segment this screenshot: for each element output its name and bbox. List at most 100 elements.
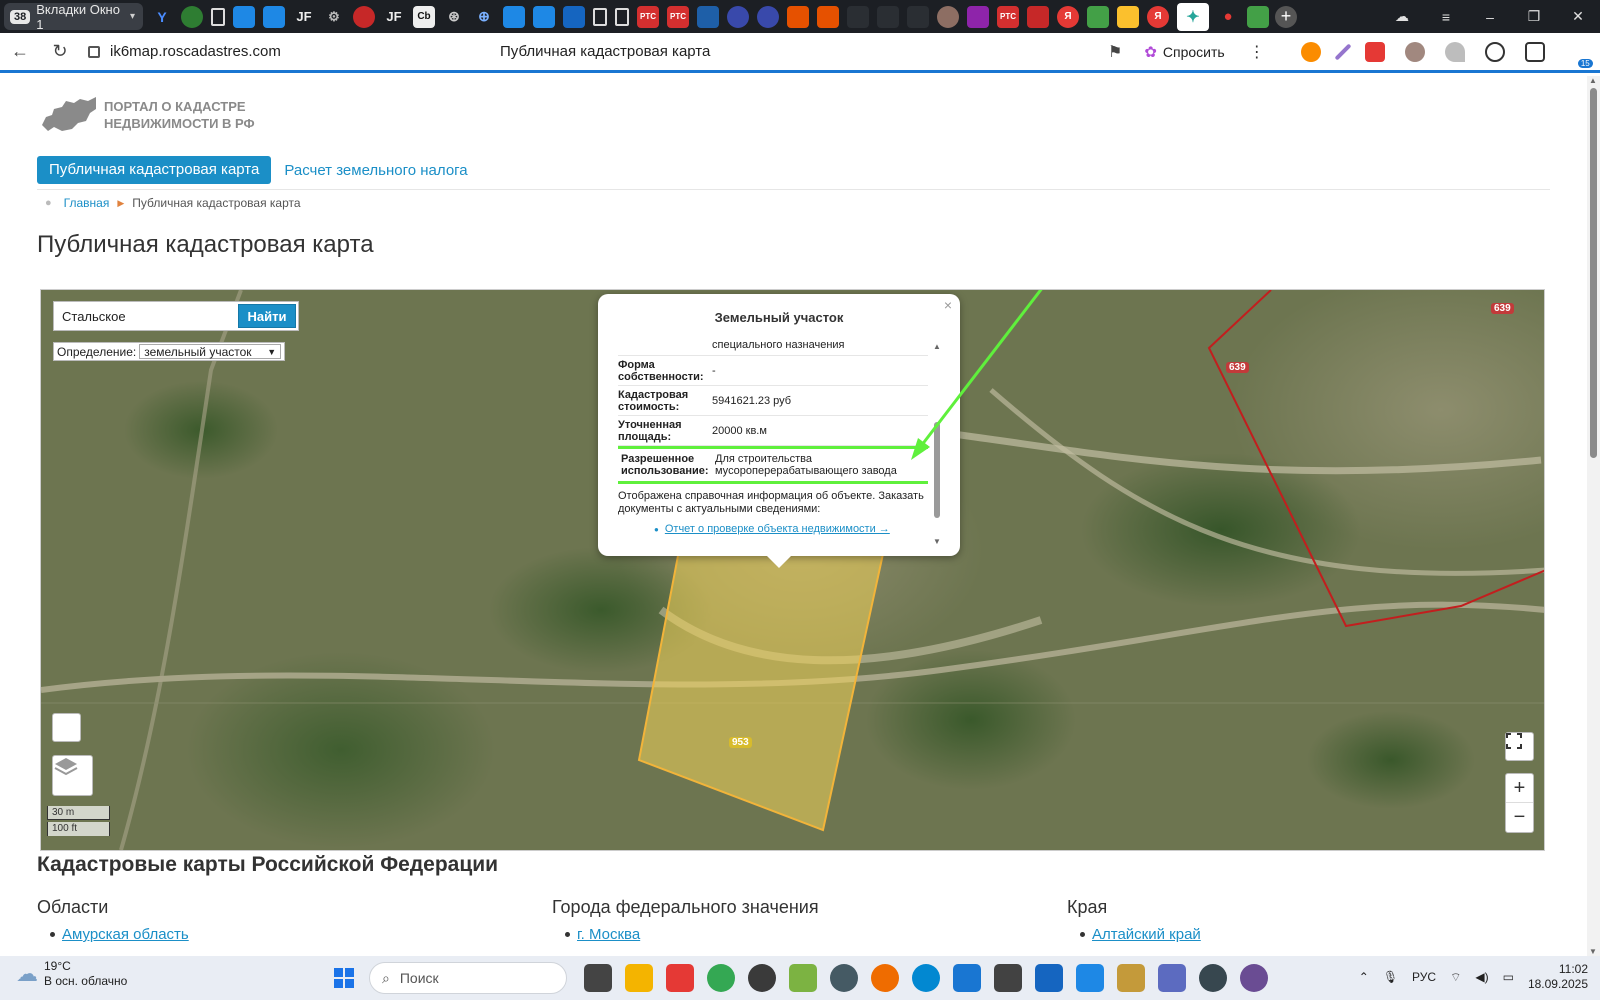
pinned-tab-rtc-2[interactable]: PTC [667,5,689,28]
more-vertical-icon[interactable]: ⋮ [1249,42,1265,62]
taskbar-search[interactable]: ⌕ Поиск [369,962,567,994]
report-link[interactable]: Отчет о проверке объекта недвижимости → [665,523,890,535]
task-view-icon[interactable] [584,964,612,992]
page-scrollbar[interactable]: ▲ ▼ [1587,76,1600,956]
region-link[interactable]: Амурская область [62,926,189,943]
back-button[interactable]: ← [0,41,40,62]
page-scroll-thumb[interactable] [1590,88,1597,458]
folder-icon[interactable] [1117,964,1145,992]
pinned-tab-rtc[interactable]: PTC [637,5,659,28]
pinned-tab-brown[interactable] [937,5,959,28]
app-c-icon[interactable] [748,964,776,992]
pinned-tab-indigo-2[interactable] [757,5,779,28]
teams-icon[interactable] [1158,964,1186,992]
selected-land-plot[interactable] [637,539,888,832]
pinned-tab-dark-2[interactable] [877,5,899,28]
soccer-icon[interactable] [1199,964,1227,992]
active-tab-roscadastres[interactable]: ✦ [1177,2,1209,31]
reload-button[interactable]: ↻ [40,41,80,62]
extension-puzzle-icon[interactable] [1524,41,1545,62]
maximize-button[interactable]: ❐ [1512,8,1556,25]
plot-number-label[interactable]: 639 [1226,362,1249,373]
wifi-icon[interactable]: ⌔ [1450,970,1461,985]
neighbor-plot-boundary[interactable] [1207,290,1545,628]
pinned-tab-red-2[interactable] [1027,5,1049,28]
pinned-tab-purple[interactable] [967,5,989,28]
region-link[interactable]: Алтайский край [1092,926,1201,943]
pinned-tab-red[interactable] [353,5,375,28]
fullscreen-button[interactable] [1505,732,1534,761]
pinned-tab-navy[interactable] [697,5,719,28]
extension-pen-icon[interactable] [1334,43,1352,60]
weather-widget[interactable]: ☁ 19°C В осн. облачно [16,959,127,989]
pinned-tab-jf[interactable]: JF [293,6,315,28]
layers-button[interactable] [52,755,93,796]
url-field[interactable]: ik6map.roscadastres.com [110,43,500,60]
pinned-tab-doc-2[interactable] [593,7,607,26]
pinned-tab-blue-5[interactable] [563,5,585,28]
pinned-tab-green-2[interactable] [1247,5,1269,28]
start-button[interactable] [334,968,354,988]
map-search-button[interactable]: Найти [238,304,296,328]
chrome-icon[interactable] [707,964,735,992]
close-window-button[interactable]: ✕ [1556,8,1600,25]
new-tab-button[interactable]: + [1275,5,1297,28]
microphone-icon[interactable]: 🎙 [1383,970,1398,984]
pinned-tab-jf-2[interactable]: JF [383,6,405,28]
plot-number-label[interactable]: 639 [1491,303,1514,314]
yandex-browser-icon[interactable] [666,964,694,992]
pinned-tab-globe[interactable]: ⊕ [473,6,495,28]
clock[interactable]: 11:02 18.09.2025 [1528,962,1588,992]
region-link[interactable]: г. Москва [577,926,640,943]
pinned-tab-blue[interactable] [233,5,255,28]
battery-icon[interactable]: ▭ [1503,970,1514,984]
pinned-tab-dark-3[interactable] [907,5,929,28]
pinned-tab-rtc-3[interactable]: PTC [997,5,1019,28]
pinned-tab-gear[interactable]: ⚙ [323,6,345,28]
cadastral-map[interactable]: 953 639 639 Найти Определение: земельный… [40,289,1545,851]
popup-scroll-thumb[interactable] [934,422,940,518]
pinned-tab-blue-3[interactable] [503,5,525,28]
downloads-icon[interactable]: 15 [1565,42,1593,68]
extension-brush-icon[interactable] [1444,41,1465,62]
pinned-tab-yellow[interactable] [1117,5,1139,28]
nav-land-tax[interactable]: Расчет земельного налога [284,162,467,179]
language-indicator[interactable]: РУС [1412,970,1436,984]
volume-icon[interactable]: ◀) [1475,970,1488,984]
breadcrumb-home[interactable]: Главная [64,196,110,210]
extension-play-icon[interactable] [1484,41,1505,62]
definition-select[interactable]: земельный участок ▼ [139,344,282,359]
pinned-tab-yandex-ya[interactable]: Я [1057,5,1079,28]
popup-scrollbar[interactable]: ▲ ▼ [932,342,942,546]
pinned-tab-green-circle[interactable] [181,5,203,28]
scroll-down-icon[interactable]: ▼ [1589,947,1597,956]
extension-youtube-icon[interactable] [1364,41,1385,62]
ask-button[interactable]: ✿ Спросить [1144,43,1224,61]
pinned-tab-yandex-ya-2[interactable]: Я [1147,5,1169,28]
pinned-tab-orange-2[interactable] [817,5,839,28]
vscode-icon[interactable] [953,964,981,992]
minimize-button[interactable]: – [1468,9,1512,25]
app-x-icon[interactable] [994,964,1022,992]
plot-number-label[interactable]: 953 [729,737,752,748]
pinned-tab-indigo[interactable] [727,5,749,28]
menu-icon[interactable]: ≡ [1424,9,1468,25]
pinned-tab-doc[interactable] [211,7,225,26]
pinned-tab-blue-4[interactable] [533,5,555,28]
zoom-in-button[interactable]: + [1506,774,1533,803]
notepad-icon[interactable] [1076,964,1104,992]
scroll-down-icon[interactable]: ▼ [933,537,941,546]
lock-icon[interactable] [88,45,100,58]
tab-group-button[interactable]: 38 Вкладки Окно 1 ▾ [4,2,143,32]
zoom-out-button[interactable]: − [1506,803,1533,832]
scroll-up-icon[interactable]: ▲ [1589,76,1597,85]
app-c2-icon[interactable] [830,964,858,992]
bookmark-icon[interactable]: ⚑ [1108,42,1122,62]
extension-flower-icon[interactable] [1300,41,1321,62]
app-c5-icon[interactable] [1240,964,1268,992]
app-c3-icon[interactable] [871,964,899,992]
pinned-tab-dark[interactable] [847,5,869,28]
pinned-tab-openai[interactable]: ⊛ [443,6,465,28]
pinned-tab-maps[interactable]: ● [1217,6,1239,28]
pinned-tab-doc-3[interactable] [615,7,629,26]
